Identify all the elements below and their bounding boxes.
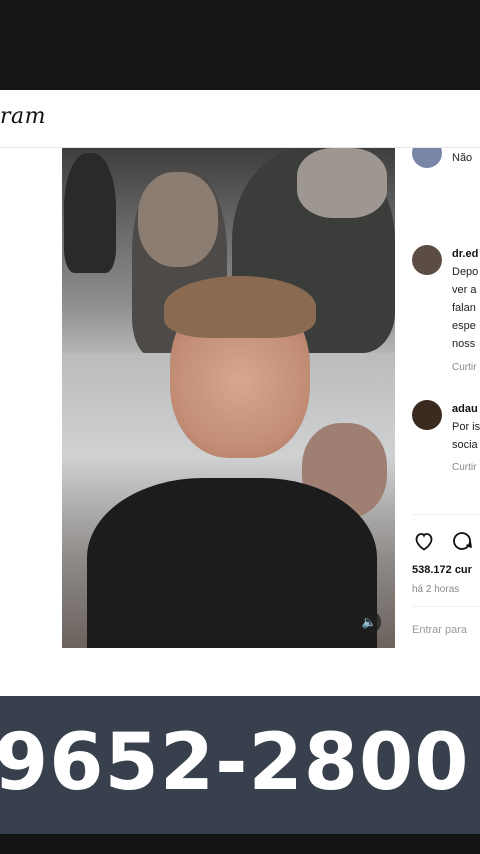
- like-comment-link[interactable]: Curtir: [452, 462, 476, 473]
- comment-text: falan: [452, 302, 476, 314]
- phone-number: 9652-2800: [0, 718, 470, 808]
- comment-login-link[interactable]: Entrar para: [412, 624, 467, 636]
- phone-banner: 9652-2800: [0, 696, 480, 834]
- comment-text: Por is: [452, 421, 480, 433]
- photo-face-right: [297, 148, 387, 218]
- instagram-header: ram: [0, 90, 480, 148]
- avatar[interactable]: [412, 148, 442, 168]
- photo-figure-left: [64, 153, 116, 273]
- heart-icon[interactable]: [412, 529, 436, 553]
- avatar[interactable]: [412, 400, 442, 430]
- comment-text: socia: [452, 439, 478, 451]
- post-timestamp: há 2 horas: [412, 584, 460, 595]
- instagram-logo[interactable]: ram: [0, 104, 46, 129]
- divider: [412, 514, 480, 515]
- comment-text: ver a: [452, 284, 477, 296]
- comment-icon[interactable]: [450, 529, 474, 553]
- speaker-icon[interactable]: 🔈: [357, 610, 381, 634]
- comment-text: Depo: [452, 266, 479, 278]
- comment-text: Não: [452, 152, 473, 164]
- post-video[interactable]: 🔈: [62, 148, 395, 648]
- bottom-black-bar: [0, 834, 480, 854]
- like-count[interactable]: 538.172 cur: [412, 564, 472, 576]
- comment-username[interactable]: dr.ed: [452, 248, 478, 260]
- comment-text: noss: [452, 338, 476, 350]
- speaker-body: [87, 478, 377, 648]
- speaker-hair: [164, 276, 316, 338]
- photo-face-center: [138, 172, 218, 267]
- like-comment-link[interactable]: Curtir: [452, 362, 476, 373]
- divider: [412, 606, 480, 607]
- comments-panel: Não dr.ed Depo ver a falan espe noss Cur…: [400, 148, 480, 696]
- top-black-bar: [0, 0, 480, 90]
- comment-username[interactable]: adau: [452, 403, 478, 415]
- comment-text: espe: [452, 320, 476, 332]
- avatar[interactable]: [412, 245, 442, 275]
